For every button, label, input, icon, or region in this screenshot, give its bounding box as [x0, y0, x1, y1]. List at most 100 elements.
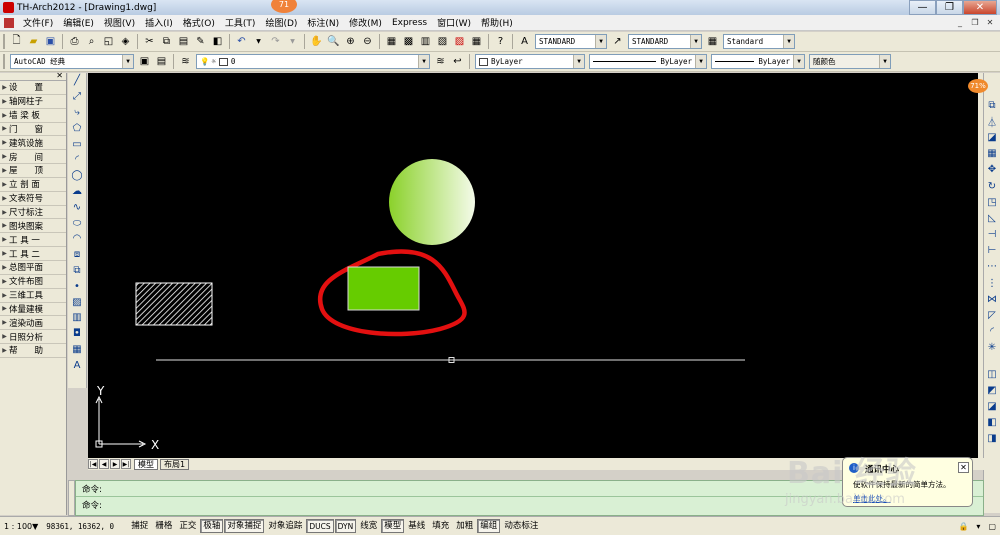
print-preview-icon[interactable]: ⌕: [84, 34, 99, 49]
undo-icon[interactable]: ↶: [234, 34, 249, 49]
lock-icon[interactable]: 🔒: [954, 522, 972, 531]
gradient-circle[interactable]: [389, 159, 475, 245]
move-icon[interactable]: ✥: [984, 162, 1000, 178]
lineweight-toggle[interactable]: 线宽: [357, 519, 380, 533]
group-toggle[interactable]: 编组: [477, 519, 501, 533]
tarch-menu-tools-2[interactable]: ▶ 工 具 二: [0, 247, 66, 261]
tarch-menu-dimension[interactable]: ▶ 尺寸标注: [0, 206, 66, 220]
workspace-save-icon[interactable]: ▤: [154, 54, 169, 69]
workspace-settings-icon[interactable]: ▣: [137, 54, 152, 69]
hatch-icon[interactable]: ▨: [68, 294, 86, 310]
ellipse-icon[interactable]: ⬭: [68, 215, 86, 231]
tarch-menu-render-animation[interactable]: ▶ 渲染动画: [0, 316, 66, 331]
cut-icon[interactable]: ✂: [142, 34, 157, 49]
redo-dropdown-icon[interactable]: ▼: [285, 34, 300, 49]
linetype-select[interactable]: ByLayer ▼: [589, 54, 707, 69]
bring-above-icon[interactable]: ◧: [984, 415, 1000, 431]
otrack-toggle[interactable]: 对象追踪: [265, 519, 305, 533]
first-tab-icon[interactable]: |◀: [88, 459, 98, 469]
trim-icon[interactable]: ⊣: [984, 227, 1000, 243]
app-icon[interactable]: [3, 2, 14, 13]
fill-toggle[interactable]: 填充: [429, 519, 452, 533]
rectangle-icon[interactable]: ▭: [68, 136, 86, 152]
dim-style-icon[interactable]: ↗: [610, 34, 625, 49]
command-window-grip[interactable]: [68, 480, 75, 516]
send-under-icon[interactable]: ◨: [984, 431, 1000, 447]
scale-icon[interactable]: ◳: [984, 194, 1000, 210]
ortho-toggle[interactable]: 正交: [176, 519, 199, 533]
menu-edit[interactable]: 编辑(E): [58, 16, 99, 29]
help-icon[interactable]: ?: [493, 34, 508, 49]
bold-toggle[interactable]: 加粗: [453, 519, 476, 533]
tarch-menu-mass-modeling[interactable]: ▶ 体量建模: [0, 303, 66, 317]
tool-palettes-icon[interactable]: ▥: [418, 34, 433, 49]
maximize-button[interactable]: ❐: [936, 0, 963, 15]
tarch-menu-block-pattern[interactable]: ▶ 图块图案: [0, 219, 66, 234]
properties-icon[interactable]: ▦: [384, 34, 399, 49]
copy-icon[interactable]: ⧉: [159, 34, 174, 49]
document-icon[interactable]: [4, 17, 14, 28]
arc-icon[interactable]: ◜: [68, 152, 86, 168]
menu-help[interactable]: 帮助(H): [476, 16, 518, 29]
doc-close-button[interactable]: ✕: [984, 17, 996, 28]
baseline-toggle[interactable]: 基线: [405, 519, 428, 533]
tarch-menu-roof[interactable]: ▶ 屋 顶: [0, 164, 66, 178]
tarch-menu-3d-tools[interactable]: ▶ 三维工具: [0, 289, 66, 303]
send-to-back-icon[interactable]: ◪: [984, 398, 1000, 414]
lineweight-select[interactable]: ByLayer ▼: [711, 54, 805, 69]
model-toggle[interactable]: 模型: [381, 519, 405, 533]
text-style-select[interactable]: STANDARD ▼: [535, 34, 607, 49]
tarch-menu-axis-column[interactable]: ▶ 轴网柱子: [0, 95, 66, 109]
minimize-button[interactable]: —: [909, 0, 936, 15]
dyn-toggle[interactable]: DYN: [334, 519, 357, 533]
break-icon[interactable]: ⋮: [984, 275, 1000, 291]
undo-dropdown-icon[interactable]: ▼: [251, 34, 266, 49]
green-rectangle[interactable]: [347, 266, 420, 311]
3d-publish-icon[interactable]: ◈: [118, 34, 133, 49]
layer-select[interactable]: 💡 ☼ 0 ▼: [196, 54, 430, 69]
table-style-select[interactable]: Standard ▼: [723, 34, 795, 49]
menu-modify[interactable]: 修改(M): [344, 16, 387, 29]
plotstyle-select[interactable]: 随颜色 ▼: [809, 54, 891, 69]
next-tab-icon[interactable]: ▶: [110, 459, 120, 469]
spline-icon[interactable]: ∿: [68, 199, 86, 215]
balloon-link[interactable]: 单击此处。: [853, 493, 891, 504]
layer-previous-icon[interactable]: ↩: [450, 54, 465, 69]
tarch-menu-room[interactable]: ▶ 房 间: [0, 150, 66, 165]
tarch-menu-help[interactable]: ▶ 帮 助: [0, 344, 66, 358]
snap-toggle[interactable]: 捕捉: [128, 519, 151, 533]
menu-dimension[interactable]: 标注(N): [302, 16, 344, 29]
clean-screen-icon[interactable]: ▢: [984, 522, 1000, 531]
tarch-menu-facilities[interactable]: ▶ 建筑设施: [0, 136, 66, 151]
layer-manager-icon[interactable]: ≋: [178, 54, 193, 69]
pan-icon[interactable]: ✋: [309, 34, 324, 49]
line-tool-icon[interactable]: ╱: [68, 73, 86, 89]
zoom-window-icon[interactable]: ⊕: [343, 34, 358, 49]
region-icon[interactable]: ◘: [68, 326, 86, 342]
extend-icon[interactable]: ⊢: [984, 243, 1000, 259]
match-properties-icon[interactable]: ✎: [193, 34, 208, 49]
zoom-realtime-icon[interactable]: 🔍: [326, 34, 341, 49]
prev-tab-icon[interactable]: ◀: [99, 459, 109, 469]
drawing-canvas[interactable]: Y X: [88, 73, 978, 458]
osnap-toggle[interactable]: 对象捕捉: [224, 519, 265, 533]
construction-line-icon[interactable]: ⤢: [68, 89, 86, 105]
status-menu-icon[interactable]: ▾: [972, 522, 984, 531]
copy-object-icon[interactable]: ⧉: [984, 97, 1000, 113]
menu-file[interactable]: 文件(F): [18, 16, 58, 29]
fillet-icon[interactable]: ◜: [984, 324, 1000, 340]
mirror-icon[interactable]: ⏃: [984, 113, 1000, 129]
table-icon[interactable]: ▦: [68, 342, 86, 358]
gradient-icon[interactable]: ▥: [68, 310, 86, 326]
grid-toggle[interactable]: 栅格: [152, 519, 175, 533]
circle-icon[interactable]: ◯: [68, 168, 86, 184]
menu-express[interactable]: Express: [387, 18, 432, 28]
tab-layout1[interactable]: 布局1: [160, 458, 190, 470]
revision-cloud-icon[interactable]: ☁: [68, 184, 86, 200]
polar-toggle[interactable]: 极轴: [200, 519, 224, 533]
balloon-close-button[interactable]: ✕: [958, 462, 969, 473]
hatched-rectangle[interactable]: [135, 282, 213, 326]
dim-style-select[interactable]: STANDARD ▼: [628, 34, 702, 49]
make-layer-current-icon[interactable]: ≋: [433, 54, 448, 69]
dynamic-dimension-toggle[interactable]: 动态标注: [501, 519, 541, 533]
